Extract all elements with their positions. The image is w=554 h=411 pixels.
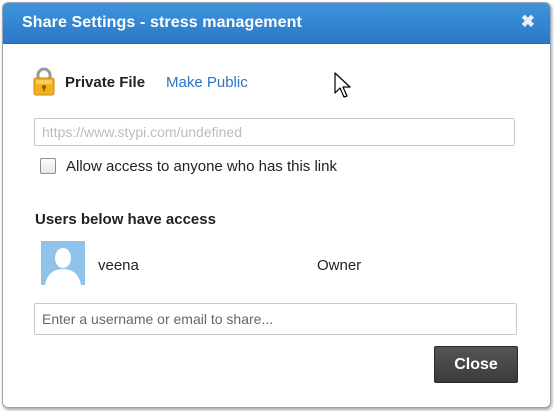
user-row: veena Owner [41, 241, 521, 287]
allow-access-checkbox[interactable] [40, 158, 56, 174]
close-icon[interactable]: ✖ [521, 12, 535, 32]
share-settings-dialog: Share Settings - stress management ✖ Pri… [2, 2, 551, 408]
make-public-link[interactable]: Make Public [166, 74, 248, 91]
user-avatar-icon [41, 241, 85, 285]
privacy-status: Private File [65, 74, 146, 91]
dialog-titlebar: Share Settings - stress management ✖ [3, 3, 550, 44]
user-name: veena [98, 257, 139, 274]
share-link-field[interactable] [34, 118, 515, 146]
close-button[interactable]: Close [434, 346, 518, 383]
users-heading: Users below have access [35, 211, 216, 228]
mouse-cursor-icon [334, 72, 351, 98]
lock-icon [33, 67, 55, 96]
user-role: Owner [317, 257, 362, 274]
dialog-title: Share Settings - stress management [22, 14, 302, 31]
share-username-input[interactable] [34, 303, 517, 335]
allow-access-label: Allow access to anyone who has this link [66, 158, 337, 175]
